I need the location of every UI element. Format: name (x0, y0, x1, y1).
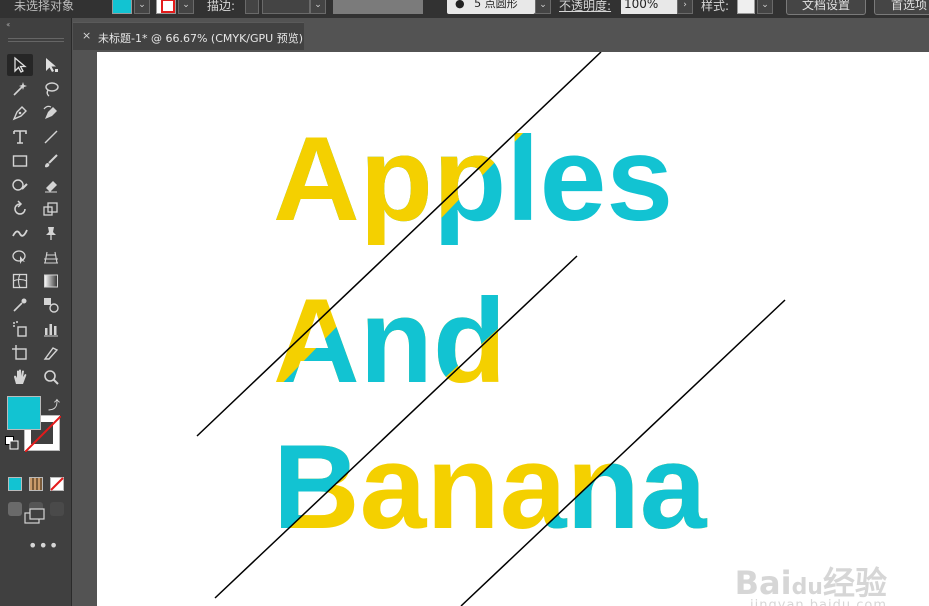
document-tab[interactable]: × 未标题-1* @ 66.67% (CMYK/GPU 预览) (73, 22, 304, 50)
stroke-weight-spinner[interactable] (245, 0, 259, 14)
opacity-field[interactable]: 100% (621, 0, 677, 14)
brush-definition-field[interactable]: ● 5 点圆形 (447, 0, 535, 14)
none-mode-icon[interactable] (50, 477, 64, 491)
canvas-area[interactable]: Apples Apples And And Banana Banana Baid… (73, 50, 929, 606)
selection-tool-icon[interactable] (7, 54, 33, 76)
gradient-mode-icon[interactable] (29, 477, 43, 491)
stroke-color-swatch[interactable] (156, 0, 176, 14)
symbol-sprayer-tool-icon[interactable] (7, 318, 33, 340)
default-fill-stroke-icon[interactable] (5, 436, 19, 450)
type-tool-icon[interactable] (7, 126, 33, 148)
perspective-grid-tool-icon[interactable] (38, 246, 64, 268)
eraser-tool-icon[interactable] (38, 174, 64, 196)
word-and: And And (273, 274, 506, 408)
style-label: 样式: (701, 0, 730, 13)
illustrator-window: 未选择对象 ⌄ ⌄ 描边: ⌄ ● 5 点圆形 ⌄ 不透明度: 100% › 样… (0, 0, 929, 606)
fill-color-swatch[interactable] (112, 0, 132, 14)
preferences-button[interactable]: 首选项 (874, 0, 929, 15)
width-tool-icon[interactable] (7, 222, 33, 244)
blend-tool-icon[interactable] (38, 294, 64, 316)
draw-inside-icon[interactable] (50, 502, 64, 516)
graphic-style-swatch[interactable] (737, 0, 755, 14)
fill-dropdown-chevron-icon[interactable]: ⌄ (134, 0, 150, 14)
stroke-dropdown-chevron-icon[interactable]: ⌄ (178, 0, 194, 14)
zoom-tool-icon[interactable] (38, 366, 64, 388)
artboard[interactable]: Apples Apples And And Banana Banana (97, 52, 929, 606)
lasso-tool-icon[interactable] (38, 78, 64, 100)
rotate-tool-icon[interactable] (7, 198, 33, 220)
tools-panel: ‹‹ ⤴ ••• (0, 18, 72, 606)
eyedropper-tool-icon[interactable] (7, 294, 33, 316)
collapse-panel-icon[interactable]: ‹‹ (6, 20, 11, 29)
stroke-label: 描边: (207, 0, 236, 13)
word-banana: Banana Banana (273, 420, 708, 554)
brush-dropdown-chevron-icon[interactable]: ⌄ (535, 0, 551, 14)
artboard-tool-icon[interactable] (7, 342, 33, 364)
hand-tool-icon[interactable] (7, 366, 33, 388)
slice-tool-icon[interactable] (38, 342, 64, 364)
selection-status: 未选择对象 (14, 0, 75, 13)
edit-toolbar-more-icon[interactable]: ••• (28, 536, 59, 555)
paw-logo-icon: du (791, 575, 823, 600)
mesh-tool-icon[interactable] (7, 270, 33, 292)
direct-selection-tool-icon[interactable] (38, 54, 64, 76)
curvature-tool-icon[interactable] (38, 102, 64, 124)
brush-definition-label: 5 点圆形 (474, 0, 518, 10)
shaper-tool-icon[interactable] (7, 174, 33, 196)
fill-color-box-front[interactable] (7, 396, 41, 430)
scale-tool-icon[interactable] (38, 198, 64, 220)
style-dropdown-chevron-icon[interactable]: ⌄ (757, 0, 773, 14)
magic-wand-tool-icon[interactable] (7, 78, 33, 100)
document-tab-title: 未标题-1* @ 66.67% (CMYK/GPU 预览) (98, 32, 303, 45)
artwork: Apples Apples And And Banana Banana (196, 52, 786, 606)
rectangle-tool-icon[interactable] (7, 150, 33, 172)
swap-fill-stroke-icon[interactable]: ⤴ (48, 396, 60, 413)
draw-normal-icon[interactable] (8, 502, 22, 516)
puppet-warp-tool-icon[interactable] (38, 222, 64, 244)
column-graph-tool-icon[interactable] (38, 318, 64, 340)
line-segment-tool-icon[interactable] (38, 126, 64, 148)
brush-dot-icon: ● (455, 0, 465, 10)
gradient-tool-icon[interactable] (38, 270, 64, 292)
panel-grip[interactable] (8, 38, 64, 42)
pen-tool-icon[interactable] (7, 102, 33, 124)
variable-width-profile[interactable] (333, 0, 423, 14)
opacity-label[interactable]: 不透明度: (559, 0, 611, 14)
screen-mode-icon[interactable] (24, 508, 46, 524)
document-tab-bar: × 未标题-1* @ 66.67% (CMYK/GPU 预览) (73, 18, 929, 50)
color-mode-icon[interactable] (8, 477, 22, 491)
opacity-chevron-right-icon[interactable]: › (677, 0, 693, 14)
shape-builder-tool-icon[interactable] (7, 246, 33, 268)
control-bar: 未选择对象 ⌄ ⌄ 描边: ⌄ ● 5 点圆形 ⌄ 不透明度: 100% › 样… (0, 0, 929, 18)
word-apples: Apples Apples (273, 112, 673, 246)
baidu-jingyan-watermark: Baidu经验 jingyan.baidu.com (734, 564, 887, 606)
stroke-weight-field[interactable] (262, 0, 310, 14)
close-tab-icon[interactable]: × (82, 29, 91, 42)
paintbrush-tool-icon[interactable] (38, 150, 64, 172)
document-setup-button[interactable]: 文档设置 (786, 0, 866, 15)
stroke-weight-chevron-icon[interactable]: ⌄ (310, 0, 326, 14)
